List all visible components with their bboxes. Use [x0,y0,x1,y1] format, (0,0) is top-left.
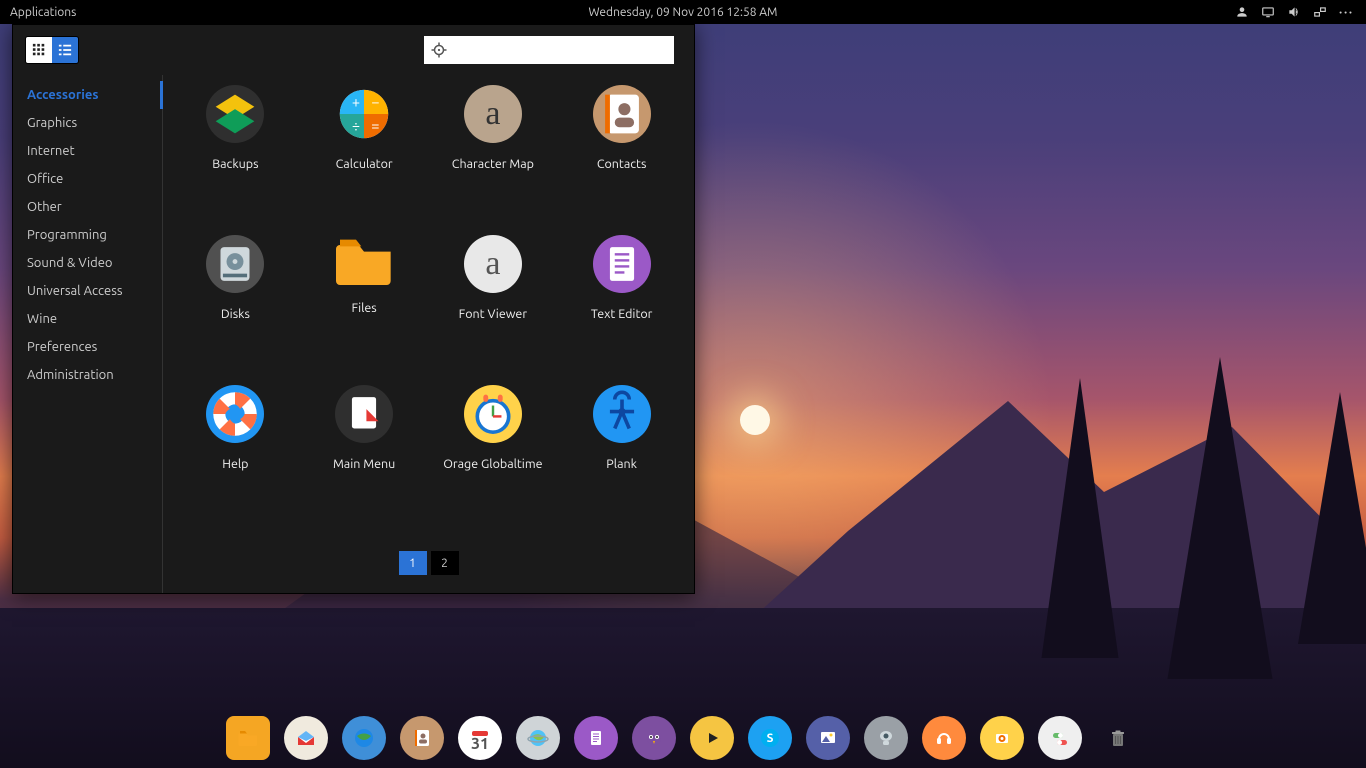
app-label: Files [304,301,424,315]
app-backups[interactable]: Backups [175,85,295,171]
dock-player[interactable] [690,716,734,760]
app-label: Font Viewer [433,307,553,321]
dock-contacts[interactable] [400,716,444,760]
app-plank[interactable]: Plank [562,385,682,471]
user-icon[interactable] [1235,5,1249,19]
panel-clock[interactable]: Wednesday, 09 Nov 2016 12:58 AM [589,6,778,19]
app-disks[interactable]: Disks [175,235,295,321]
app-font-viewer[interactable]: a Font Viewer [433,235,553,321]
app-text-editor[interactable]: Text Editor [562,235,682,321]
category-graphics[interactable]: Graphics [13,109,162,137]
category-accessories[interactable]: Accessories [13,81,162,109]
svg-text:S: S [767,732,774,745]
app-calculator[interactable]: +−÷ = Calculator [304,85,424,171]
app-orage-globaltime[interactable]: Orage Globaltime [433,385,553,471]
app-label: Plank [562,457,682,471]
plank-icon [593,385,651,443]
app-help[interactable]: Help [175,385,295,471]
category-wine[interactable]: Wine [13,305,162,333]
svg-text:+: + [352,93,360,110]
volume-icon[interactable] [1287,5,1301,19]
svg-text:−: − [371,93,379,110]
category-list: AccessoriesGraphicsInternetOfficeOtherPr… [13,75,163,593]
dock-music[interactable] [922,716,966,760]
app-character-map[interactable]: a Character Map [433,85,553,171]
app-label: Main Menu [304,457,424,471]
app-main-menu[interactable]: Main Menu [304,385,424,471]
view-grid-button[interactable] [26,37,52,63]
dock-settings[interactable] [1038,716,1082,760]
category-other[interactable]: Other [13,193,162,221]
dock-earth[interactable] [516,716,560,760]
view-list-button[interactable] [52,37,78,63]
texteditor-icon [593,235,651,293]
help-icon [206,385,264,443]
category-universal-access[interactable]: Universal Access [13,277,162,305]
svg-text:=: = [371,117,379,134]
calendar-day: 31 [471,735,489,753]
page-1[interactable]: 1 [399,551,427,575]
dock-web[interactable] [342,716,386,760]
page-2[interactable]: 2 [431,551,459,575]
applications-overlay: AccessoriesGraphicsInternetOfficeOtherPr… [12,24,695,594]
app-label: Text Editor [562,307,682,321]
app-files[interactable]: Files [304,235,424,315]
charmap-icon: a [464,85,522,143]
contacts-icon [593,85,651,143]
applications-menu-button[interactable]: Applications [0,6,86,19]
dock-skype[interactable]: S [748,716,792,760]
dock-pidgin[interactable] [632,716,676,760]
app-label: Backups [175,157,295,171]
dock-calendar[interactable]: 31 [458,716,502,760]
app-label: Character Map [433,157,553,171]
dock-notes[interactable] [574,716,618,760]
dock: 31 S [226,716,1140,760]
app-label: Help [175,457,295,471]
app-search-input[interactable] [424,36,674,64]
fontviewer-icon: a [464,235,522,293]
dock-photos[interactable] [806,716,850,760]
network-icon[interactable] [1313,5,1327,19]
disks-icon [206,235,264,293]
svg-text:÷: ÷ [352,117,360,134]
category-sound-video[interactable]: Sound & Video [13,249,162,277]
app-contacts[interactable]: Contacts [562,85,682,171]
app-label: Disks [175,307,295,321]
calculator-icon: +−÷ = [335,85,393,143]
dock-camera[interactable] [864,716,908,760]
category-administration[interactable]: Administration [13,361,162,389]
display-icon[interactable] [1261,5,1275,19]
files-icon [332,235,396,287]
dock-files[interactable] [226,716,270,760]
pager: 12 [171,545,686,583]
backups-icon [206,85,264,143]
globaltime-icon [464,385,522,443]
dock-mail[interactable] [284,716,328,760]
mainmenu-icon [335,385,393,443]
category-programming[interactable]: Programming [13,221,162,249]
search-target-icon [430,41,448,59]
application-grid: Backups +−÷ = Calculator a Character Map Conta… [171,81,686,545]
view-mode-toggle [25,36,79,64]
panel-more-icon[interactable]: ··· [1339,6,1354,19]
category-preferences[interactable]: Preferences [13,333,162,361]
category-internet[interactable]: Internet [13,137,162,165]
dock-software[interactable] [980,716,1024,760]
app-label: Contacts [562,157,682,171]
app-label: Calculator [304,157,424,171]
category-office[interactable]: Office [13,165,162,193]
dock-trash[interactable] [1096,716,1140,760]
top-panel: Applications Wednesday, 09 Nov 2016 12:5… [0,0,1366,24]
app-label: Orage Globaltime [433,457,553,471]
